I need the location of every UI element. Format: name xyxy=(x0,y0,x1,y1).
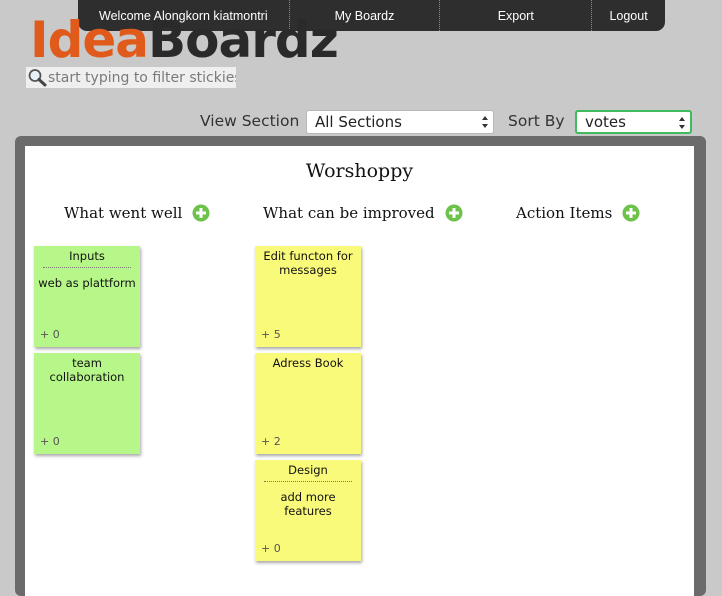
sticky-title: Inputs xyxy=(69,249,105,263)
filter-input[interactable] xyxy=(47,69,236,86)
vote-count[interactable]: + 2 xyxy=(261,435,281,448)
sticky-body: web as plattform xyxy=(38,276,136,290)
sticky-note[interactable]: Inputs web as plattform + 0 xyxy=(34,246,140,347)
sticky-title: Design xyxy=(288,463,328,477)
view-section-select[interactable]: All Sections xyxy=(306,110,494,134)
sticky-note[interactable]: Edit functon for messages + 5 xyxy=(255,246,361,347)
sticky-body: Adress Book xyxy=(272,356,344,370)
sort-by-select[interactable]: votes xyxy=(575,110,692,134)
sort-by-value: votes xyxy=(585,113,626,131)
column-heading: What can be improved xyxy=(263,204,435,222)
board-title: Worshoppy xyxy=(305,160,414,182)
view-section-value: All Sections xyxy=(315,113,402,131)
sticky-note[interactable]: Design add more features + 0 xyxy=(255,460,361,561)
board: Worshoppy What went well What can be imp… xyxy=(25,146,694,596)
column-header-action-items: Action Items xyxy=(516,204,640,222)
add-sticky-icon[interactable] xyxy=(192,204,210,222)
vote-count[interactable]: + 5 xyxy=(261,328,281,341)
sticky-body: team collaboration xyxy=(49,356,125,384)
column-header-can-be-improved: What can be improved xyxy=(263,204,463,222)
logo[interactable]: IdeaBoardz xyxy=(30,14,338,66)
select-arrows-icon xyxy=(679,117,685,129)
sticky-note[interactable]: Adress Book + 2 xyxy=(255,353,361,454)
view-section-label: View Section xyxy=(200,112,300,130)
add-sticky-icon[interactable] xyxy=(445,204,463,222)
select-arrows-icon xyxy=(482,116,488,128)
vote-count[interactable]: + 0 xyxy=(40,328,60,341)
search-icon xyxy=(28,69,47,87)
sticky-note[interactable]: team collaboration + 0 xyxy=(34,353,140,454)
vote-count[interactable]: + 0 xyxy=(261,542,281,555)
column-heading: What went well xyxy=(64,204,183,222)
column-header-went-well: What went well xyxy=(64,204,210,222)
vote-count[interactable]: + 0 xyxy=(40,435,60,448)
filter-box xyxy=(26,67,236,88)
logo-part-boardz: Boardz xyxy=(148,14,338,66)
logout-link[interactable]: Logout xyxy=(591,0,665,31)
logo-part-idea: Idea xyxy=(30,14,149,66)
sticky-body: Edit functon for messages xyxy=(263,249,353,277)
column-heading: Action Items xyxy=(516,204,613,222)
sort-by-label: Sort By xyxy=(508,112,565,130)
export-link[interactable]: Export xyxy=(439,0,591,31)
sticky-body: add more features xyxy=(280,490,336,518)
add-sticky-icon[interactable] xyxy=(622,204,640,222)
